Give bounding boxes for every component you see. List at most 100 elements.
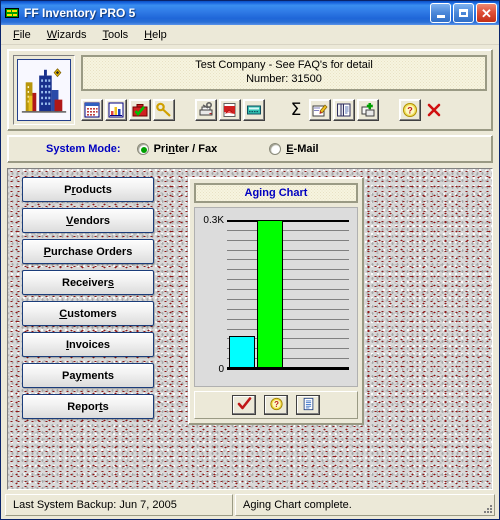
copy-pages-icon (336, 102, 352, 118)
close-x-icon (426, 102, 442, 118)
key-button[interactable] (153, 99, 175, 121)
nav-reports-post: s (102, 400, 109, 413)
city-skyline-logo (17, 59, 71, 121)
menu-file-rest: ile (19, 28, 31, 41)
status-backup-text: Last System Backup: Jun 7, 2005 (5, 494, 233, 516)
chart-title: Aging Chart (244, 187, 308, 199)
minimize-button[interactable] (430, 3, 451, 23)
nav-products-post: oducts (75, 183, 112, 196)
company-info-panel: Test Company - See FAQ's for detail Numb… (81, 55, 487, 91)
maximize-button[interactable] (453, 3, 474, 23)
toolbox-button[interactable] (129, 99, 151, 121)
fax-icon (246, 102, 262, 118)
nav-products[interactable]: Pr oducts (22, 177, 154, 202)
close-icon: ✕ (481, 5, 492, 21)
pdf-export-button[interactable] (219, 99, 241, 121)
radio-printer-fax-indicator[interactable] (136, 143, 149, 155)
chart-gridline (227, 308, 349, 310)
nav-purchase-orders[interactable]: Purchase Orders (22, 239, 154, 264)
chart-bar (229, 335, 255, 368)
printer-fax-post: ter / Fax (175, 143, 218, 155)
logo-box (13, 55, 75, 125)
navigation-button-column: Pr oducts Vendors Purchase Orders Receive… (22, 177, 154, 425)
bar-chart-icon (108, 102, 124, 118)
chart-gridline (227, 259, 349, 261)
chart-axis-top (227, 220, 349, 222)
nav-vendors[interactable]: Vendors (22, 208, 154, 233)
calendar-button[interactable] (81, 99, 103, 121)
exit-button[interactable] (423, 99, 445, 121)
toolbar-group-help: ? (399, 99, 447, 121)
toolbox-check-icon (132, 102, 148, 118)
chart-plot-container: 0.3K 0 (194, 207, 358, 387)
toolbar-group-data (81, 99, 177, 121)
nav-products-pre: P (64, 183, 72, 196)
nav-payments-pre: Pa (62, 369, 76, 382)
maximize-icon (459, 9, 468, 17)
new-window-button[interactable] (357, 99, 379, 121)
radio-email-indicator[interactable] (269, 143, 282, 155)
radio-printer-fax[interactable]: Printer / Fax (136, 143, 218, 155)
chart-gridline (227, 239, 349, 241)
report-document-button[interactable] (296, 395, 320, 415)
window-title: FF Inventory PRO 5 (24, 6, 136, 20)
nav-customers[interactable]: Customers (22, 301, 154, 326)
check-icon (237, 396, 252, 414)
nav-vendors-post: endors (73, 214, 111, 227)
totals-button[interactable]: Σ (285, 99, 307, 121)
printer-setup-icon (198, 102, 214, 118)
nav-receivers[interactable]: Receiver s (22, 270, 154, 295)
printer-setup-button[interactable] (195, 99, 217, 121)
nav-invoices-post: nvoices (69, 338, 111, 351)
toolbar-group-output (195, 99, 267, 121)
menu-wizards-accel: W (46, 28, 58, 41)
chart-gridline (227, 289, 349, 291)
email-accel: E (286, 143, 294, 155)
fax-button[interactable] (243, 99, 265, 121)
edit-button[interactable] (309, 99, 331, 121)
menu-tools-rest: ools (107, 28, 129, 41)
help-question-icon: ? (402, 102, 418, 118)
nav-customers-accel: C (59, 307, 68, 320)
system-mode-bar: System Mode: Printer / Fax E-Mail (7, 135, 493, 163)
system-mode-label: System Mode: (46, 143, 121, 155)
close-button[interactable]: ✕ (476, 3, 497, 23)
menu-help-rest: elp (152, 28, 167, 41)
chart-ytick-min: 0 (218, 364, 224, 375)
resize-grip[interactable] (480, 501, 492, 513)
nav-invoices[interactable]: Invoices (22, 332, 154, 357)
main-content-area: Pr oducts Vendors Purchase Orders Receive… (7, 168, 493, 490)
printer-fax-accel: n (168, 143, 175, 155)
radio-printer-fax-label: Printer / Fax (154, 143, 218, 155)
chart-gridline (227, 229, 349, 231)
info-and-toolbar: Test Company - See FAQ's for detail Numb… (81, 55, 487, 125)
copy-button[interactable] (333, 99, 355, 121)
help-question-icon: ? (269, 397, 284, 414)
edit-paint-icon (312, 102, 328, 118)
svg-text:?: ? (407, 106, 413, 116)
menu-bar: File Wizards Tools Help (1, 25, 499, 45)
title-bar: FF Inventory PRO 5 ✕ (1, 1, 499, 25)
help-button[interactable]: ? (399, 99, 421, 121)
confirm-check-button[interactable] (232, 395, 256, 415)
document-icon (301, 397, 316, 414)
menu-help-accel: H (144, 28, 153, 41)
nav-reports[interactable]: Repor t s (22, 394, 154, 419)
menu-help[interactable]: Help (137, 27, 176, 43)
menu-tools[interactable]: Tools (95, 27, 137, 43)
radio-email[interactable]: E-Mail (269, 143, 319, 155)
chart-gridline (227, 298, 349, 300)
nav-payments[interactable]: Pa y ments (22, 363, 154, 388)
help-question-button[interactable]: ? (264, 395, 288, 415)
chart-ytick-max: 0.3K (203, 215, 224, 226)
chart-bar (257, 220, 283, 368)
radio-email-label: E-Mail (286, 143, 318, 155)
minimize-icon (436, 14, 445, 18)
menu-wizards[interactable]: Wizards (40, 27, 96, 43)
calendar-icon (84, 102, 100, 118)
new-window-add-icon (360, 102, 376, 118)
menu-file[interactable]: File (6, 27, 40, 43)
chart-title-bar: Aging Chart (194, 183, 358, 203)
top-panel: Test Company - See FAQ's for detail Numb… (7, 49, 493, 131)
bar-chart-button[interactable] (105, 99, 127, 121)
